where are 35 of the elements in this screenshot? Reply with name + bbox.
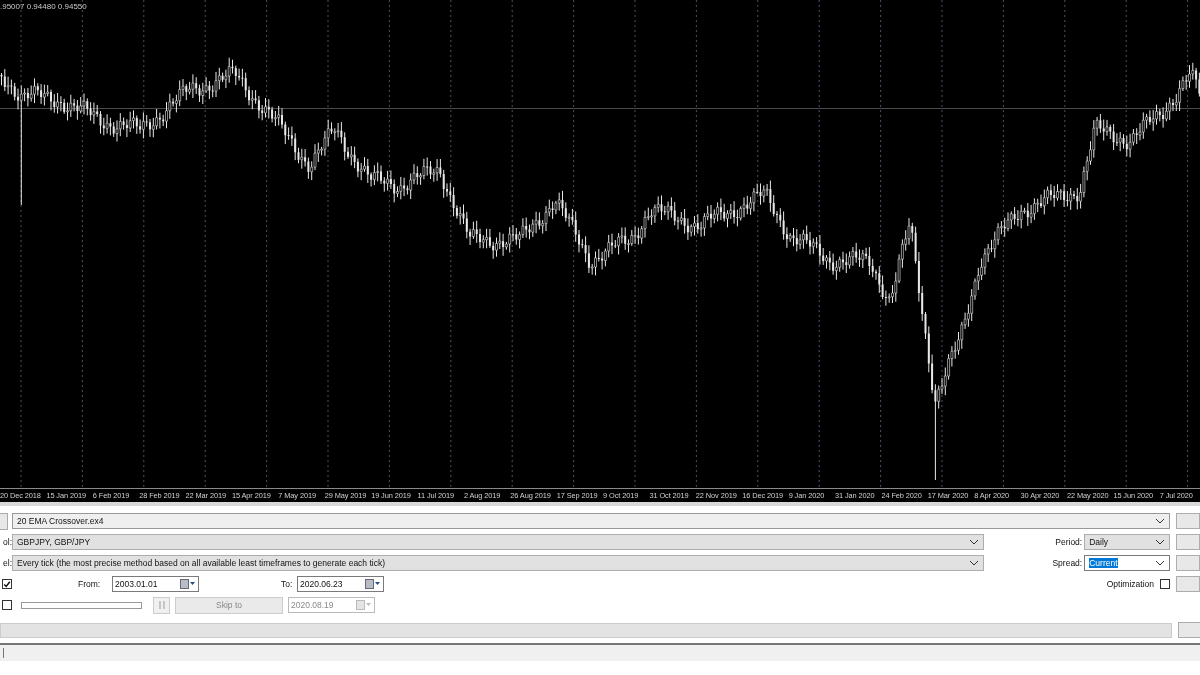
chevron-icon <box>1155 518 1165 524</box>
model-dropdown[interactable]: Every tick (the most precise method based on all available least timeframes to generate each tick) <box>12 555 985 571</box>
symbol-dropdown[interactable]: GBPJPY, GBP/JPY <box>12 534 985 550</box>
symbol-label: ol: <box>2 537 12 547</box>
side-button[interactable] <box>1178 622 1200 638</box>
chevron-icon <box>969 539 980 545</box>
period-label: Period: <box>1054 537 1083 547</box>
side-button[interactable] <box>1176 576 1200 592</box>
pause-icon <box>158 601 165 609</box>
side-button[interactable] <box>1176 534 1200 550</box>
pause-button[interactable] <box>153 596 170 614</box>
chevron-icon <box>1155 539 1165 545</box>
spread-label: Spread: <box>1051 558 1083 568</box>
period-dropdown[interactable]: Daily <box>1084 534 1170 550</box>
side-button[interactable] <box>1176 513 1200 529</box>
model-label: el: <box>2 558 12 568</box>
to-date-field[interactable]: 2020.06.23 <box>297 576 384 592</box>
optimization-label: Optimization <box>1106 579 1154 589</box>
expert-toggle-button[interactable] <box>0 512 8 530</box>
chevron-icon <box>969 560 980 566</box>
spread-dropdown[interactable]: Current <box>1084 555 1170 571</box>
expert-dropdown[interactable]: 20 EMA Crossover.ex4 <box>12 513 1170 529</box>
progress-bar-button[interactable] <box>0 622 1172 638</box>
calendar-icon <box>356 600 372 610</box>
from-date-field[interactable]: 2003.01.01 <box>112 576 199 592</box>
calendar-icon <box>180 579 196 589</box>
from-label: From: <box>78 579 102 589</box>
side-button[interactable] <box>1176 555 1200 571</box>
visual-mode-checkbox[interactable] <box>2 600 12 610</box>
to-label: To: <box>281 579 294 589</box>
ohlc-readout: .95007 0.94480 0.94550 <box>0 2 87 11</box>
use-date-checkbox[interactable] <box>2 579 12 589</box>
chevron-icon <box>1155 560 1165 566</box>
optimization-checkbox[interactable] <box>1160 579 1170 589</box>
calendar-icon <box>365 579 381 589</box>
